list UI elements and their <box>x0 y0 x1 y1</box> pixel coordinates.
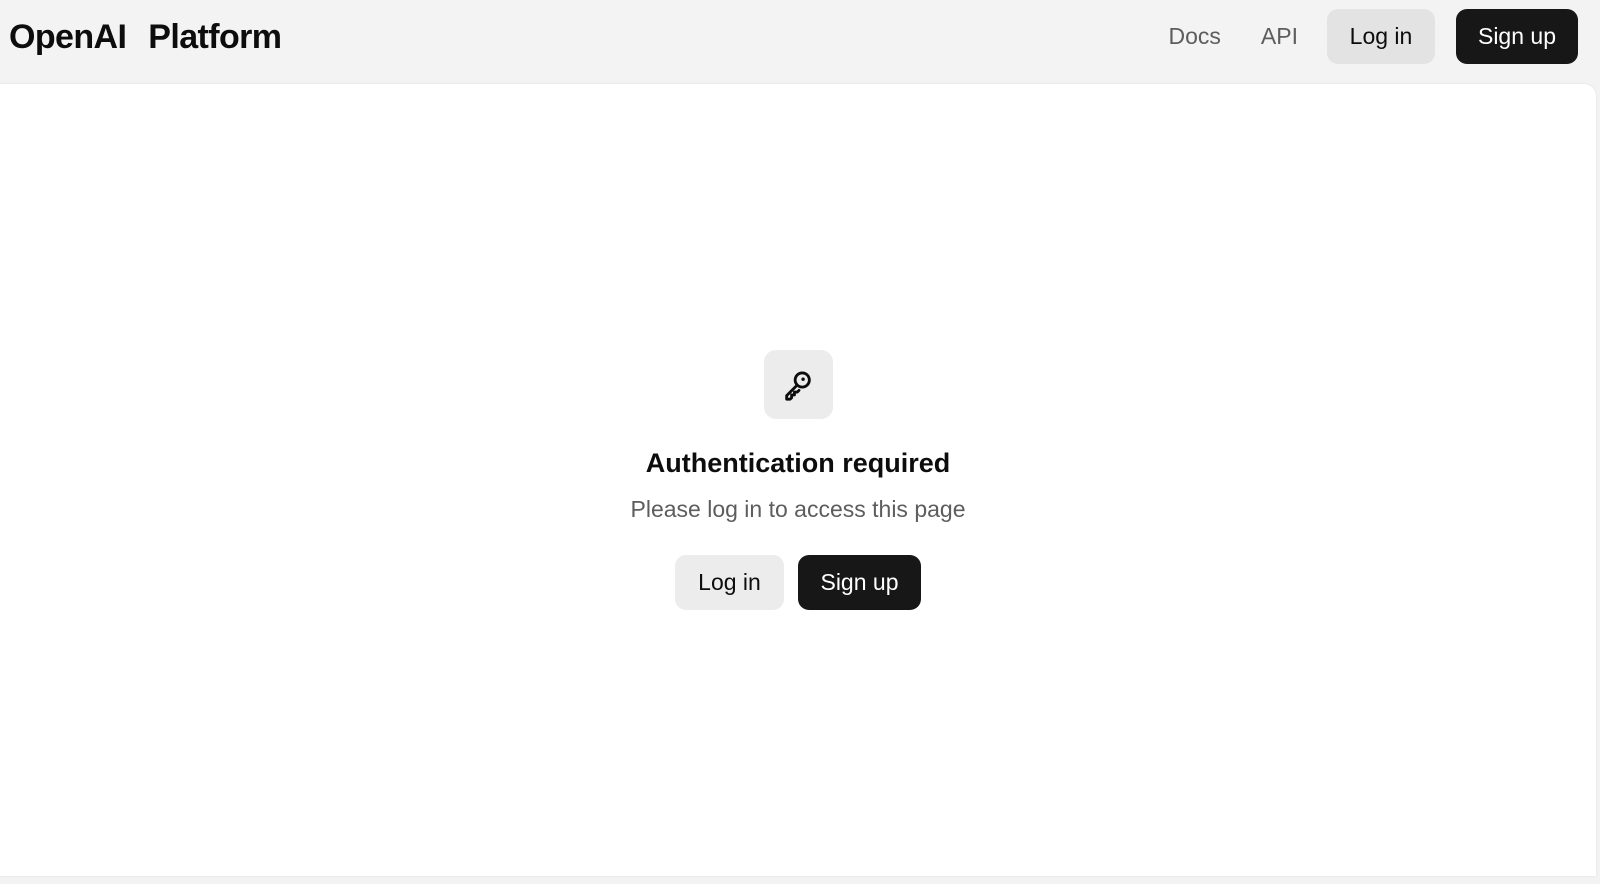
nav-api-link[interactable]: API <box>1241 9 1318 64</box>
top-bar: OpenAI Platform Docs API Log in Sign up <box>0 0 1600 84</box>
header-signup-button[interactable]: Sign up <box>1456 9 1578 64</box>
signup-button[interactable]: Sign up <box>798 555 921 610</box>
brand-company: OpenAI <box>9 17 127 56</box>
header-login-button[interactable]: Log in <box>1327 9 1435 64</box>
main-content-card: Authentication required Please log in to… <box>0 84 1596 876</box>
auth-message: Please log in to access this page <box>630 496 966 522</box>
key-icon-box <box>763 350 833 419</box>
auth-required-panel: Authentication required Please log in to… <box>0 350 1596 610</box>
nav-docs-link[interactable]: Docs <box>1149 9 1241 64</box>
auth-actions: Log in Sign up <box>675 555 921 610</box>
auth-title: Authentication required <box>645 448 951 478</box>
key-icon <box>785 371 811 401</box>
brand-logo[interactable]: OpenAI Platform <box>9 15 282 59</box>
top-nav: Docs API Log in Sign up <box>1149 9 1578 64</box>
brand-product: Platform <box>148 17 282 56</box>
login-button[interactable]: Log in <box>675 555 784 610</box>
page: OpenAI Platform Docs API Log in Sign up … <box>0 0 1600 884</box>
